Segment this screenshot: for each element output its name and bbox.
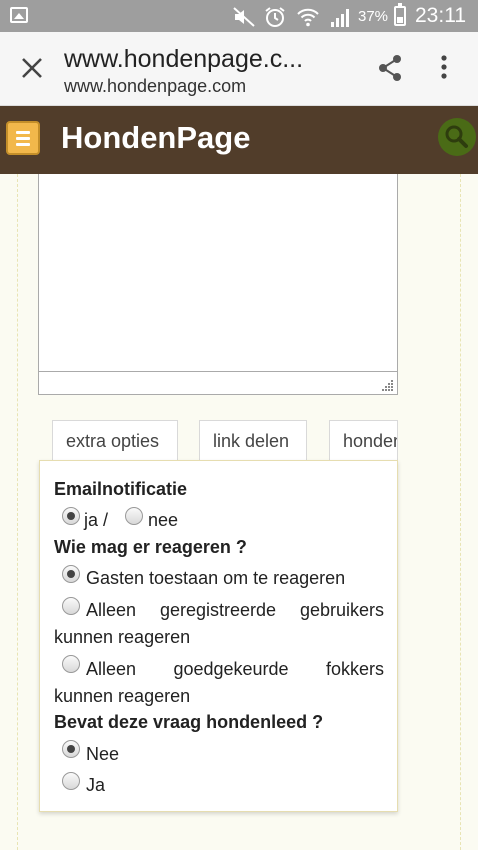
battery-icon	[394, 3, 406, 26]
respond-registered-radio[interactable]	[62, 597, 80, 615]
site-logo[interactable]: HondenPage	[61, 120, 250, 156]
column-border-right	[460, 174, 461, 850]
dog-suffering-yes-radio[interactable]	[62, 772, 80, 790]
site-header: HondenPage	[0, 106, 478, 174]
page-url: www.hondenpage.com	[64, 76, 247, 96]
search-icon[interactable]	[437, 117, 477, 157]
email-notification-no-radio[interactable]	[125, 507, 143, 525]
respond-registered-label: Alleen geregistreerde gebruikers	[86, 600, 384, 621]
wifi-icon	[297, 8, 319, 27]
who-can-respond-label: Wie mag er reageren ?	[54, 537, 247, 557]
dog-suffering-no-radio[interactable]	[62, 740, 80, 758]
email-notification-yes-radio[interactable]	[62, 507, 80, 525]
dog-suffering-yes-label: Ja	[86, 775, 106, 795]
tab-honden[interactable]: honden	[329, 420, 398, 460]
textarea-statusbar	[39, 371, 397, 394]
respond-registered-word: geregistreerde	[159, 600, 277, 620]
column-border-left	[17, 174, 18, 850]
message-textarea[interactable]	[38, 174, 398, 395]
respond-guests-label: Gasten toestaan om te reageren	[86, 568, 346, 588]
signal-icon	[331, 9, 349, 27]
respond-guests-radio[interactable]	[62, 565, 80, 583]
respond-registered-label-cont: kunnen reageren	[54, 627, 191, 647]
mute-icon	[233, 7, 255, 27]
respond-approved-word: goedgekeurde	[173, 659, 289, 679]
respond-approved-word: fokkers	[325, 659, 384, 679]
email-notification-label: Emailnotificatie	[54, 479, 188, 499]
clock: 23:11	[415, 4, 466, 27]
respond-approved-breeders-label: Alleen goedgekeurde fokkers	[86, 659, 384, 680]
respond-approved-word: Alleen	[86, 659, 137, 679]
status-bar: 37% 23:11	[0, 0, 478, 32]
main-content: extra opties link delen honden Emailnoti…	[0, 174, 478, 850]
resize-grip-icon[interactable]	[382, 379, 394, 391]
extra-options-panel: Emailnotificatie ja / nee Wie mag er rea…	[39, 460, 398, 812]
tab-extra-opties[interactable]: extra opties	[52, 420, 178, 460]
respond-approved-breeders-label-cont: kunnen reageren	[54, 686, 191, 706]
browser-tab-header: www.hondenpage.c... www.hondenpage.com	[0, 32, 478, 106]
dog-suffering-no-label: Nee	[86, 744, 120, 764]
more-vert-icon[interactable]	[438, 54, 450, 82]
gallery-icon	[10, 7, 28, 23]
tab-link-delen[interactable]: link delen	[199, 420, 307, 460]
alarm-icon	[265, 7, 285, 27]
battery-percent: 37%	[358, 8, 389, 25]
email-notification-yes-label: ja /	[84, 510, 109, 530]
share-icon[interactable]	[376, 54, 404, 82]
menu-icon[interactable]	[6, 121, 40, 155]
respond-registered-word: Alleen	[86, 600, 137, 620]
dog-suffering-label: Bevat deze vraag hondenleed ?	[54, 712, 324, 732]
respond-registered-word: gebruikers	[299, 600, 384, 620]
page-title: www.hondenpage.c...	[64, 45, 304, 73]
email-notification-no-label: nee	[148, 510, 179, 530]
respond-approved-breeders-radio[interactable]	[62, 655, 80, 673]
close-icon[interactable]	[18, 54, 46, 82]
